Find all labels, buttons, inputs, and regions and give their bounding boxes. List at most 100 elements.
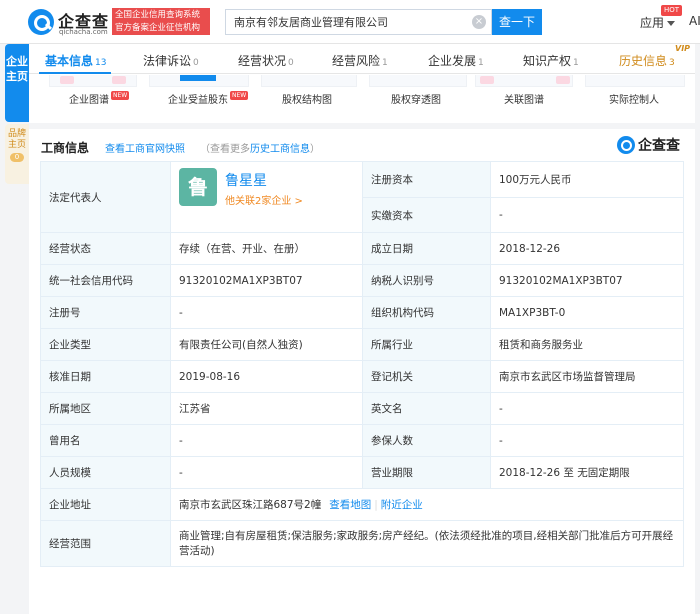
shortcut-enterprise-graph[interactable]: 企业图谱 NEW	[69, 91, 130, 106]
side-tab-brand-label: 品牌主页	[7, 129, 26, 150]
watermark-logo: 企查查	[617, 134, 689, 156]
reg-no-label: 注册号	[40, 296, 171, 329]
scope-label: 经营范围	[40, 520, 171, 567]
search-button[interactable]: 查一下	[492, 9, 542, 35]
apps-menu-label: 应用	[640, 16, 665, 30]
tab-count: 3	[669, 58, 675, 68]
tab-history[interactable]: 历史信息 3	[619, 52, 675, 69]
table-row: 核准日期 2019-08-16 登记机关 南京市玄武区市场监督管理局	[40, 360, 684, 393]
shortcut-beneficiary[interactable]: 企业受益股东 NEW	[168, 91, 249, 106]
shortcut-card	[49, 75, 137, 87]
chevron-down-icon	[667, 21, 676, 26]
former-name-value: -	[170, 424, 363, 457]
graph-shortcuts: 企业图谱 NEW 企业受益股东 NEW 股权结构图 股权穿透图 关联图谱 实际控制人	[29, 75, 695, 113]
org-code-value: MA1XP3BT-0	[490, 296, 684, 329]
industry-value: 租赁和商务服务业	[490, 328, 684, 361]
tab-legal[interactable]: 法律诉讼 0	[143, 52, 199, 69]
type-value: 有限责任公司(自然人独资)	[170, 328, 363, 361]
table-row: 经营状态 存续（在营、开业、在册） 成立日期 2018-12-26	[40, 232, 684, 265]
user-menu[interactable]: AI	[689, 14, 700, 28]
insured-value: -	[490, 424, 684, 457]
shortcut-card	[261, 75, 357, 87]
status-value: 存续（在营、开业、在册）	[170, 232, 363, 265]
search-box: ×	[225, 9, 492, 35]
shortcut-label: 企业图谱	[69, 95, 109, 106]
brand-count-badge: 0	[10, 153, 24, 162]
slogan-line-1: 全国企业信用查询系统	[115, 10, 201, 20]
shortcut-card	[149, 75, 249, 87]
shortcut-controller[interactable]: 实际控制人	[609, 91, 659, 106]
link-separator: |	[374, 499, 378, 511]
reg-no-value: -	[170, 296, 363, 329]
legal-rep-related-link[interactable]: 他关联2家企业 >	[225, 192, 303, 207]
tab-label: 经营状况	[238, 54, 287, 68]
logo-domain: qichacha.com	[59, 28, 108, 36]
table-row: 法定代表人 鲁 鲁星星 他关联2家企业 > 注册资本 100万元人民币	[40, 161, 684, 233]
table-row: 经营范围 商业管理;自有房屋租赁;保洁服务;家政服务;房产经纪。(依法须经批准的…	[40, 520, 684, 567]
history-hint: （查看更多历史工商信息）	[200, 140, 320, 155]
search-input[interactable]	[226, 10, 471, 34]
reg-capital-value: 100万元人民币	[490, 161, 684, 198]
insured-label: 参保人数	[362, 424, 491, 457]
view-map-link[interactable]: 查看地图	[329, 499, 371, 511]
former-name-label: 曾用名	[40, 424, 171, 457]
region-value: 江苏省	[170, 392, 363, 425]
region-label: 所属地区	[40, 392, 171, 425]
apps-menu[interactable]: 应用	[640, 14, 676, 31]
tab-label: 基本信息	[45, 54, 94, 68]
table-row: 企业类型 有限责任公司(自然人独资) 所属行业 租赁和商务服务业	[40, 328, 684, 361]
shortcut-equity-penetration[interactable]: 股权穿透图	[391, 91, 441, 106]
shortcut-equity-structure[interactable]: 股权结构图	[282, 91, 332, 106]
tab-count: 13	[95, 58, 107, 68]
history-hint-prefix: （查看更多	[200, 144, 250, 155]
org-code-label: 组织机构代码	[362, 296, 491, 329]
nearby-companies-link[interactable]: 附近企业	[381, 499, 423, 511]
tab-basic-info[interactable]: 基本信息 13	[45, 52, 106, 69]
term-label: 营业期限	[362, 456, 491, 489]
snapshot-link[interactable]: 查看工商官网快照	[105, 140, 185, 155]
status-label: 经营状态	[40, 232, 171, 265]
table-row: 统一社会信用代码 91320102MA1XP3BT07 纳税人识别号 91320…	[40, 264, 684, 297]
english-name-label: 英文名	[362, 392, 491, 425]
address-cell: 南京市玄武区珠江路687号2幢 查看地图 | 附近企业	[170, 488, 684, 521]
tab-operations[interactable]: 经营状况 0	[238, 52, 294, 69]
vip-badge: VIP	[675, 44, 691, 53]
shortcut-relation-graph[interactable]: 关联图谱	[504, 91, 544, 106]
slogan-line-2: 官方备案企业征信机构	[115, 23, 201, 33]
section-divider	[29, 123, 695, 129]
staff-label: 人员规模	[40, 456, 171, 489]
legal-rep-cell: 鲁 鲁星星 他关联2家企业 >	[170, 161, 363, 233]
shortcut-card	[585, 75, 685, 87]
approval-label: 核准日期	[40, 360, 171, 393]
tab-label: 经营风险	[332, 54, 381, 68]
tab-count: 0	[193, 58, 199, 68]
reg-capital-label: 注册资本	[362, 161, 491, 198]
business-info-table: 法定代表人 鲁 鲁星星 他关联2家企业 > 注册资本 100万元人民币 实缴资本…	[40, 161, 684, 567]
clear-icon[interactable]: ×	[472, 15, 486, 29]
tab-risk[interactable]: 经营风险 1	[332, 52, 388, 69]
history-hint-suffix: ）	[310, 144, 320, 155]
shortcut-card	[369, 75, 467, 87]
founded-label: 成立日期	[362, 232, 491, 265]
tab-development[interactable]: 企业发展 1	[428, 52, 484, 69]
authority-label: 登记机关	[362, 360, 491, 393]
avatar[interactable]: 鲁	[179, 168, 217, 206]
tab-label: 知识产权	[523, 54, 572, 68]
founded-value: 2018-12-26	[490, 232, 684, 265]
shortcut-label: 企业受益股东	[168, 95, 228, 106]
taxpayer-label: 纳税人识别号	[362, 264, 491, 297]
tab-label: 历史信息	[619, 54, 668, 68]
side-tab-company-home[interactable]: 企业主页	[5, 44, 29, 122]
english-name-value: -	[490, 392, 684, 425]
tab-ip[interactable]: 知识产权 1	[523, 52, 579, 69]
new-badge: NEW	[230, 91, 249, 100]
site-logo[interactable]: 企查查 qichacha.com	[28, 7, 110, 37]
address-label: 企业地址	[40, 488, 171, 521]
paid-capital-value: -	[490, 197, 684, 233]
watermark-text: 企查查	[638, 138, 680, 154]
tab-count: 1	[573, 58, 579, 68]
tab-count: 1	[382, 58, 388, 68]
history-link[interactable]: 历史工商信息	[250, 144, 310, 155]
side-tab-brand-home[interactable]: 品牌主页 0	[5, 124, 29, 184]
legal-rep-name[interactable]: 鲁星星	[225, 170, 267, 190]
